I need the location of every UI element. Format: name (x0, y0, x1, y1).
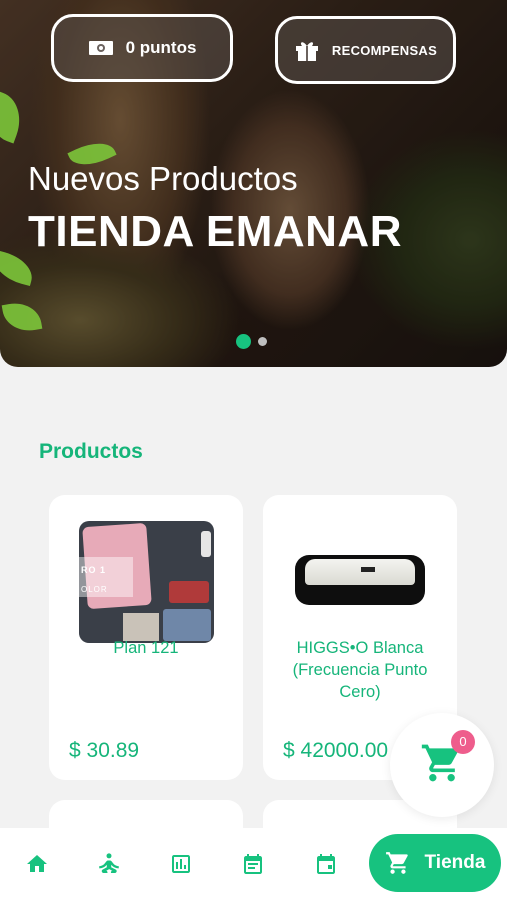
store-tab[interactable]: Tienda (369, 834, 501, 892)
points-label: 0 puntos (125, 38, 197, 57)
hero-title: TIENDA EMANAR (28, 207, 402, 256)
hero-subtitle: Nuevos Productos (28, 160, 298, 197)
image-text: RO 1 (81, 565, 107, 575)
image-items (169, 581, 209, 603)
calendar-icon[interactable] (239, 850, 267, 878)
device-detail (361, 567, 375, 572)
gift-icon (294, 37, 320, 63)
image-text: OLOR (81, 585, 108, 594)
store-label: Tienda (424, 852, 486, 873)
device-face (305, 559, 415, 585)
product-price: $ 42000.00 (283, 739, 389, 762)
hero-banner[interactable]: 0 puntos RECOMPENSAS Nuevos Productos TI… (0, 0, 507, 367)
section-title: Productos (39, 440, 143, 463)
meditation-icon[interactable] (95, 850, 123, 878)
product-image (293, 551, 427, 609)
carousel-indicator (236, 334, 267, 349)
money-icon (88, 39, 114, 57)
device-shape (295, 555, 425, 605)
product-card[interactable]: RO 1 OLOR Plan 121 $ 30.89 (49, 495, 243, 780)
cart-icon (385, 850, 411, 876)
points-button[interactable]: 0 puntos (51, 14, 233, 82)
rewards-button[interactable]: RECOMPENSAS (275, 16, 456, 84)
cart-count-badge: 0 (451, 730, 475, 754)
rewards-label: RECOMPENSAS (331, 42, 438, 58)
cart-button[interactable] (390, 713, 494, 817)
bottom-nav: Tienda (0, 828, 507, 900)
image-bottle (201, 531, 211, 557)
home-icon[interactable] (23, 850, 51, 878)
product-price: $ 30.89 (69, 739, 140, 762)
product-name: HIGGS•O Blanca (Frecuencia Punto Cero) (292, 639, 428, 701)
calendar-event-icon[interactable] (312, 850, 340, 878)
chart-icon[interactable] (167, 850, 195, 878)
product-image: RO 1 OLOR (79, 521, 214, 643)
product-name: Plan 121 (113, 639, 179, 657)
carousel-dot-active[interactable] (236, 334, 251, 349)
carousel-dot[interactable] (258, 337, 267, 346)
